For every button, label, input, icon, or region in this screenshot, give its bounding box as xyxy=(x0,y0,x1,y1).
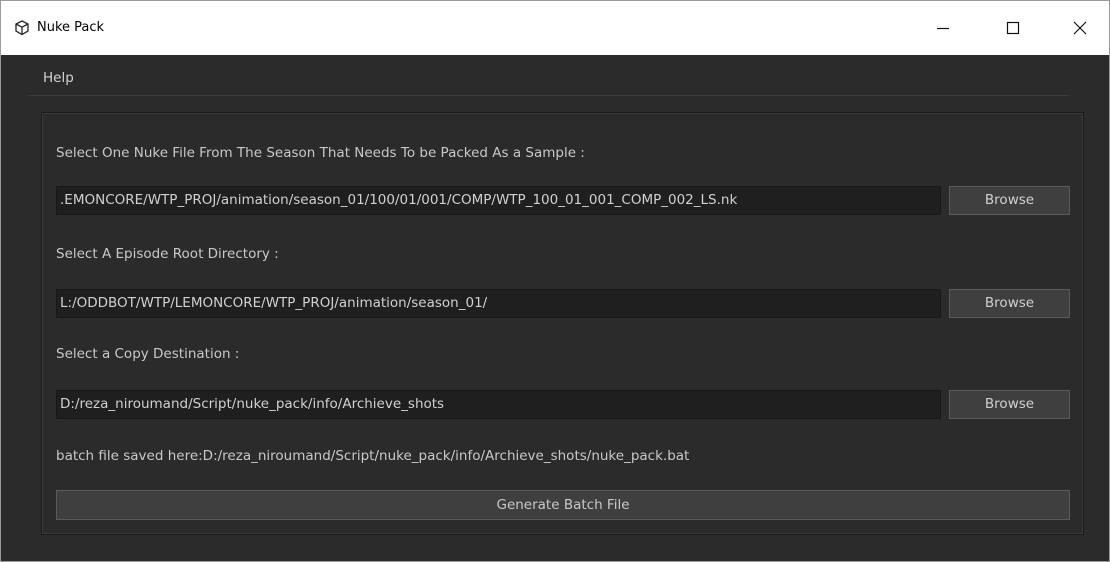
close-icon xyxy=(1073,21,1087,35)
maximize-button[interactable] xyxy=(984,1,1042,55)
episode-root-browse-button[interactable]: Browse xyxy=(949,289,1070,318)
generate-batch-file-button[interactable]: Generate Batch File xyxy=(56,490,1070,520)
minimize-icon xyxy=(936,21,950,35)
menu-help[interactable]: Help xyxy=(41,61,76,95)
status-text: batch file saved here:D:/reza_niroumand/… xyxy=(56,448,690,464)
copy-destination-browse-button[interactable]: Browse xyxy=(949,390,1070,419)
sample-file-input[interactable]: .EMONCORE/WTP_PROJ/animation/season_01/1… xyxy=(56,186,941,215)
sample-file-browse-button[interactable]: Browse xyxy=(949,186,1070,215)
episode-root-input[interactable]: L:/ODDBOT/WTP/LEMONCORE/WTP_PROJ/animati… xyxy=(56,289,941,318)
close-button[interactable] xyxy=(1051,1,1109,55)
sample-file-label: Select One Nuke File From The Season Tha… xyxy=(56,145,585,161)
copy-destination-label: Select a Copy Destination : xyxy=(56,346,240,362)
app-window: Nuke Pack Help Select One Nuke File From… xyxy=(0,0,1110,562)
main-panel xyxy=(41,112,1084,535)
window-title: Nuke Pack xyxy=(37,20,105,35)
minimize-button[interactable] xyxy=(914,1,972,55)
episode-root-label: Select A Episode Root Directory : xyxy=(56,246,279,262)
maximize-icon xyxy=(1006,21,1020,35)
menu-bar: Help xyxy=(29,61,1069,96)
cube-icon xyxy=(13,19,31,37)
title-bar[interactable]: Nuke Pack xyxy=(1,1,1109,55)
copy-destination-input[interactable]: D:/reza_niroumand/Script/nuke_pack/info/… xyxy=(56,390,941,419)
